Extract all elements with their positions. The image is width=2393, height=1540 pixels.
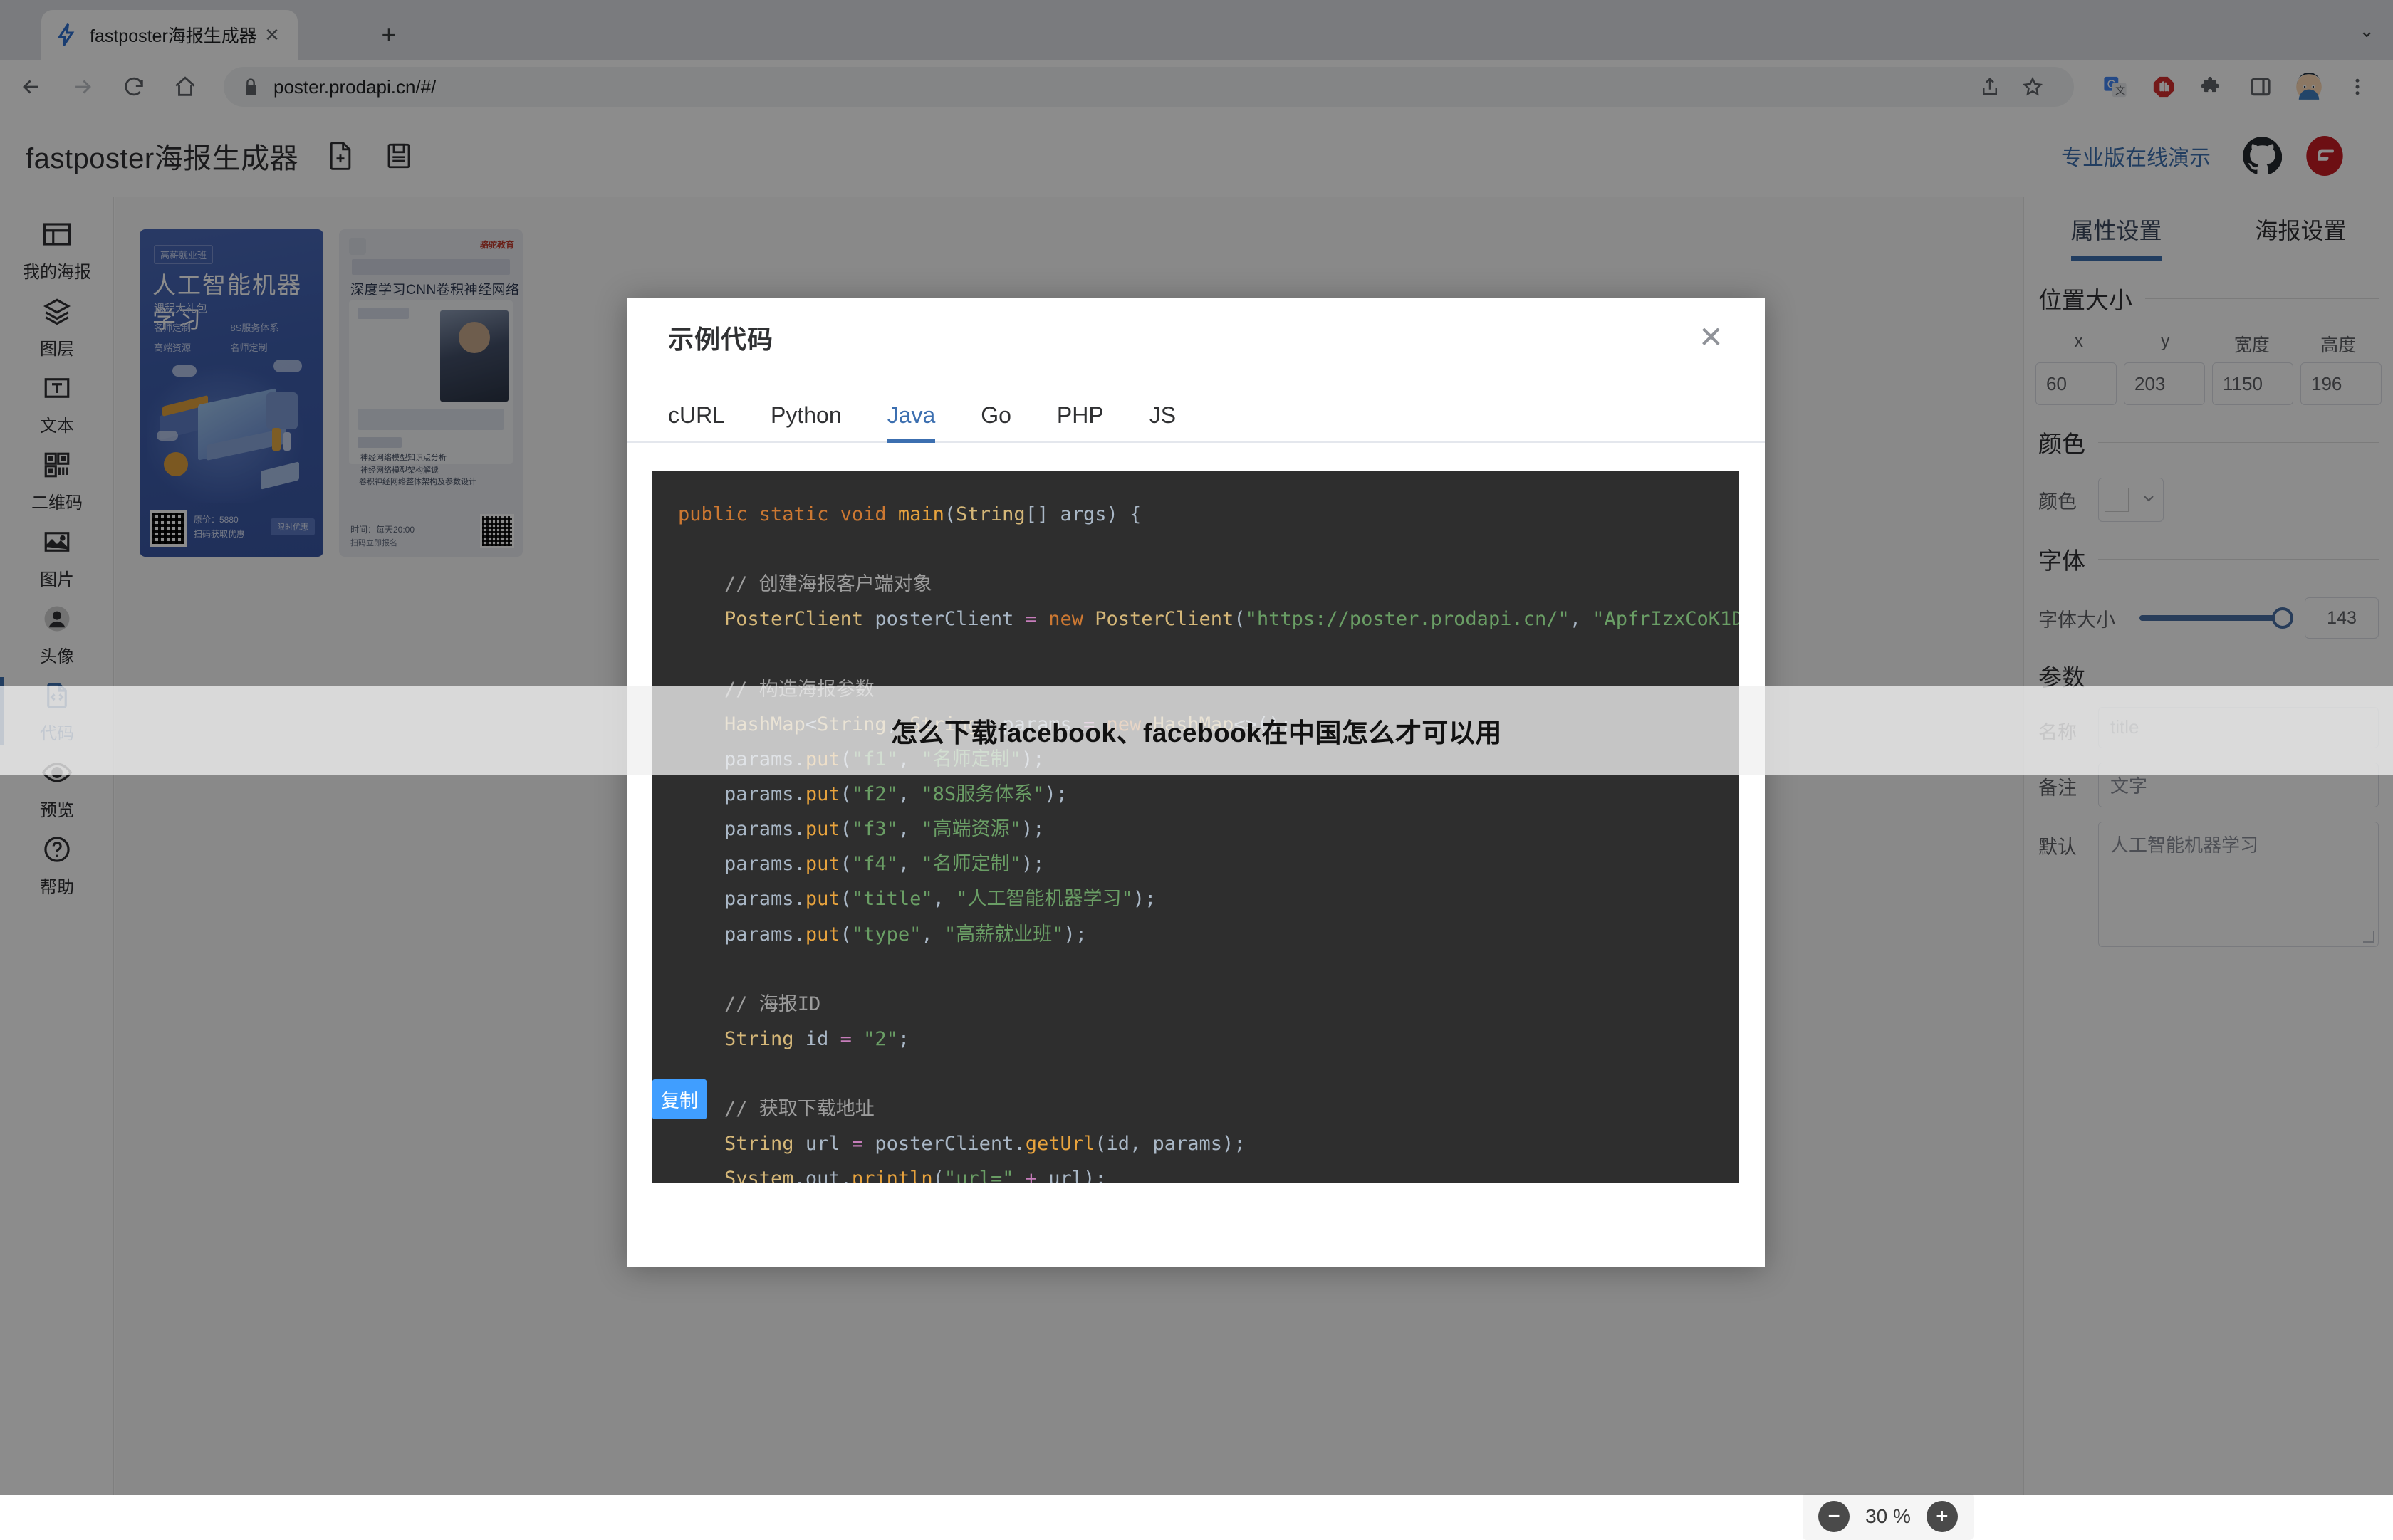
dialog-header: 示例代码 ✕ xyxy=(627,298,1765,377)
zoom-in-button[interactable]: + xyxy=(1926,1501,1958,1532)
tab-go[interactable]: Go xyxy=(981,402,1011,441)
tab-curl[interactable]: cURL xyxy=(668,402,725,441)
zoom-out-button[interactable]: − xyxy=(1818,1501,1850,1532)
watermark-text: 怎么下载facebook、facebook在中国怎么才可以用 xyxy=(891,718,1502,748)
zoom-control: − 30 % + xyxy=(1803,1493,1974,1540)
close-icon[interactable]: ✕ xyxy=(1699,322,1724,352)
watermark-overlay: 怎么下载facebook、facebook在中国怎么才可以用 xyxy=(0,686,2393,775)
tab-python[interactable]: Python xyxy=(771,402,842,441)
tab-js[interactable]: JS xyxy=(1149,402,1176,441)
tab-php[interactable]: PHP xyxy=(1057,402,1104,441)
zoom-level-value: 30 % xyxy=(1865,1505,1911,1527)
code-block[interactable]: public static void main(String[] args) {… xyxy=(652,471,1739,1183)
example-code-dialog: 示例代码 ✕ cURL Python Java Go PHP JS public… xyxy=(627,298,1765,1267)
dialog-title: 示例代码 xyxy=(668,324,774,354)
language-tabs: cURL Python Java Go PHP JS xyxy=(627,377,1765,443)
copy-button[interactable]: 复制 xyxy=(652,1079,707,1119)
tab-java[interactable]: Java xyxy=(887,402,935,443)
code-content: public static void main(String[] args) {… xyxy=(678,503,1739,1183)
